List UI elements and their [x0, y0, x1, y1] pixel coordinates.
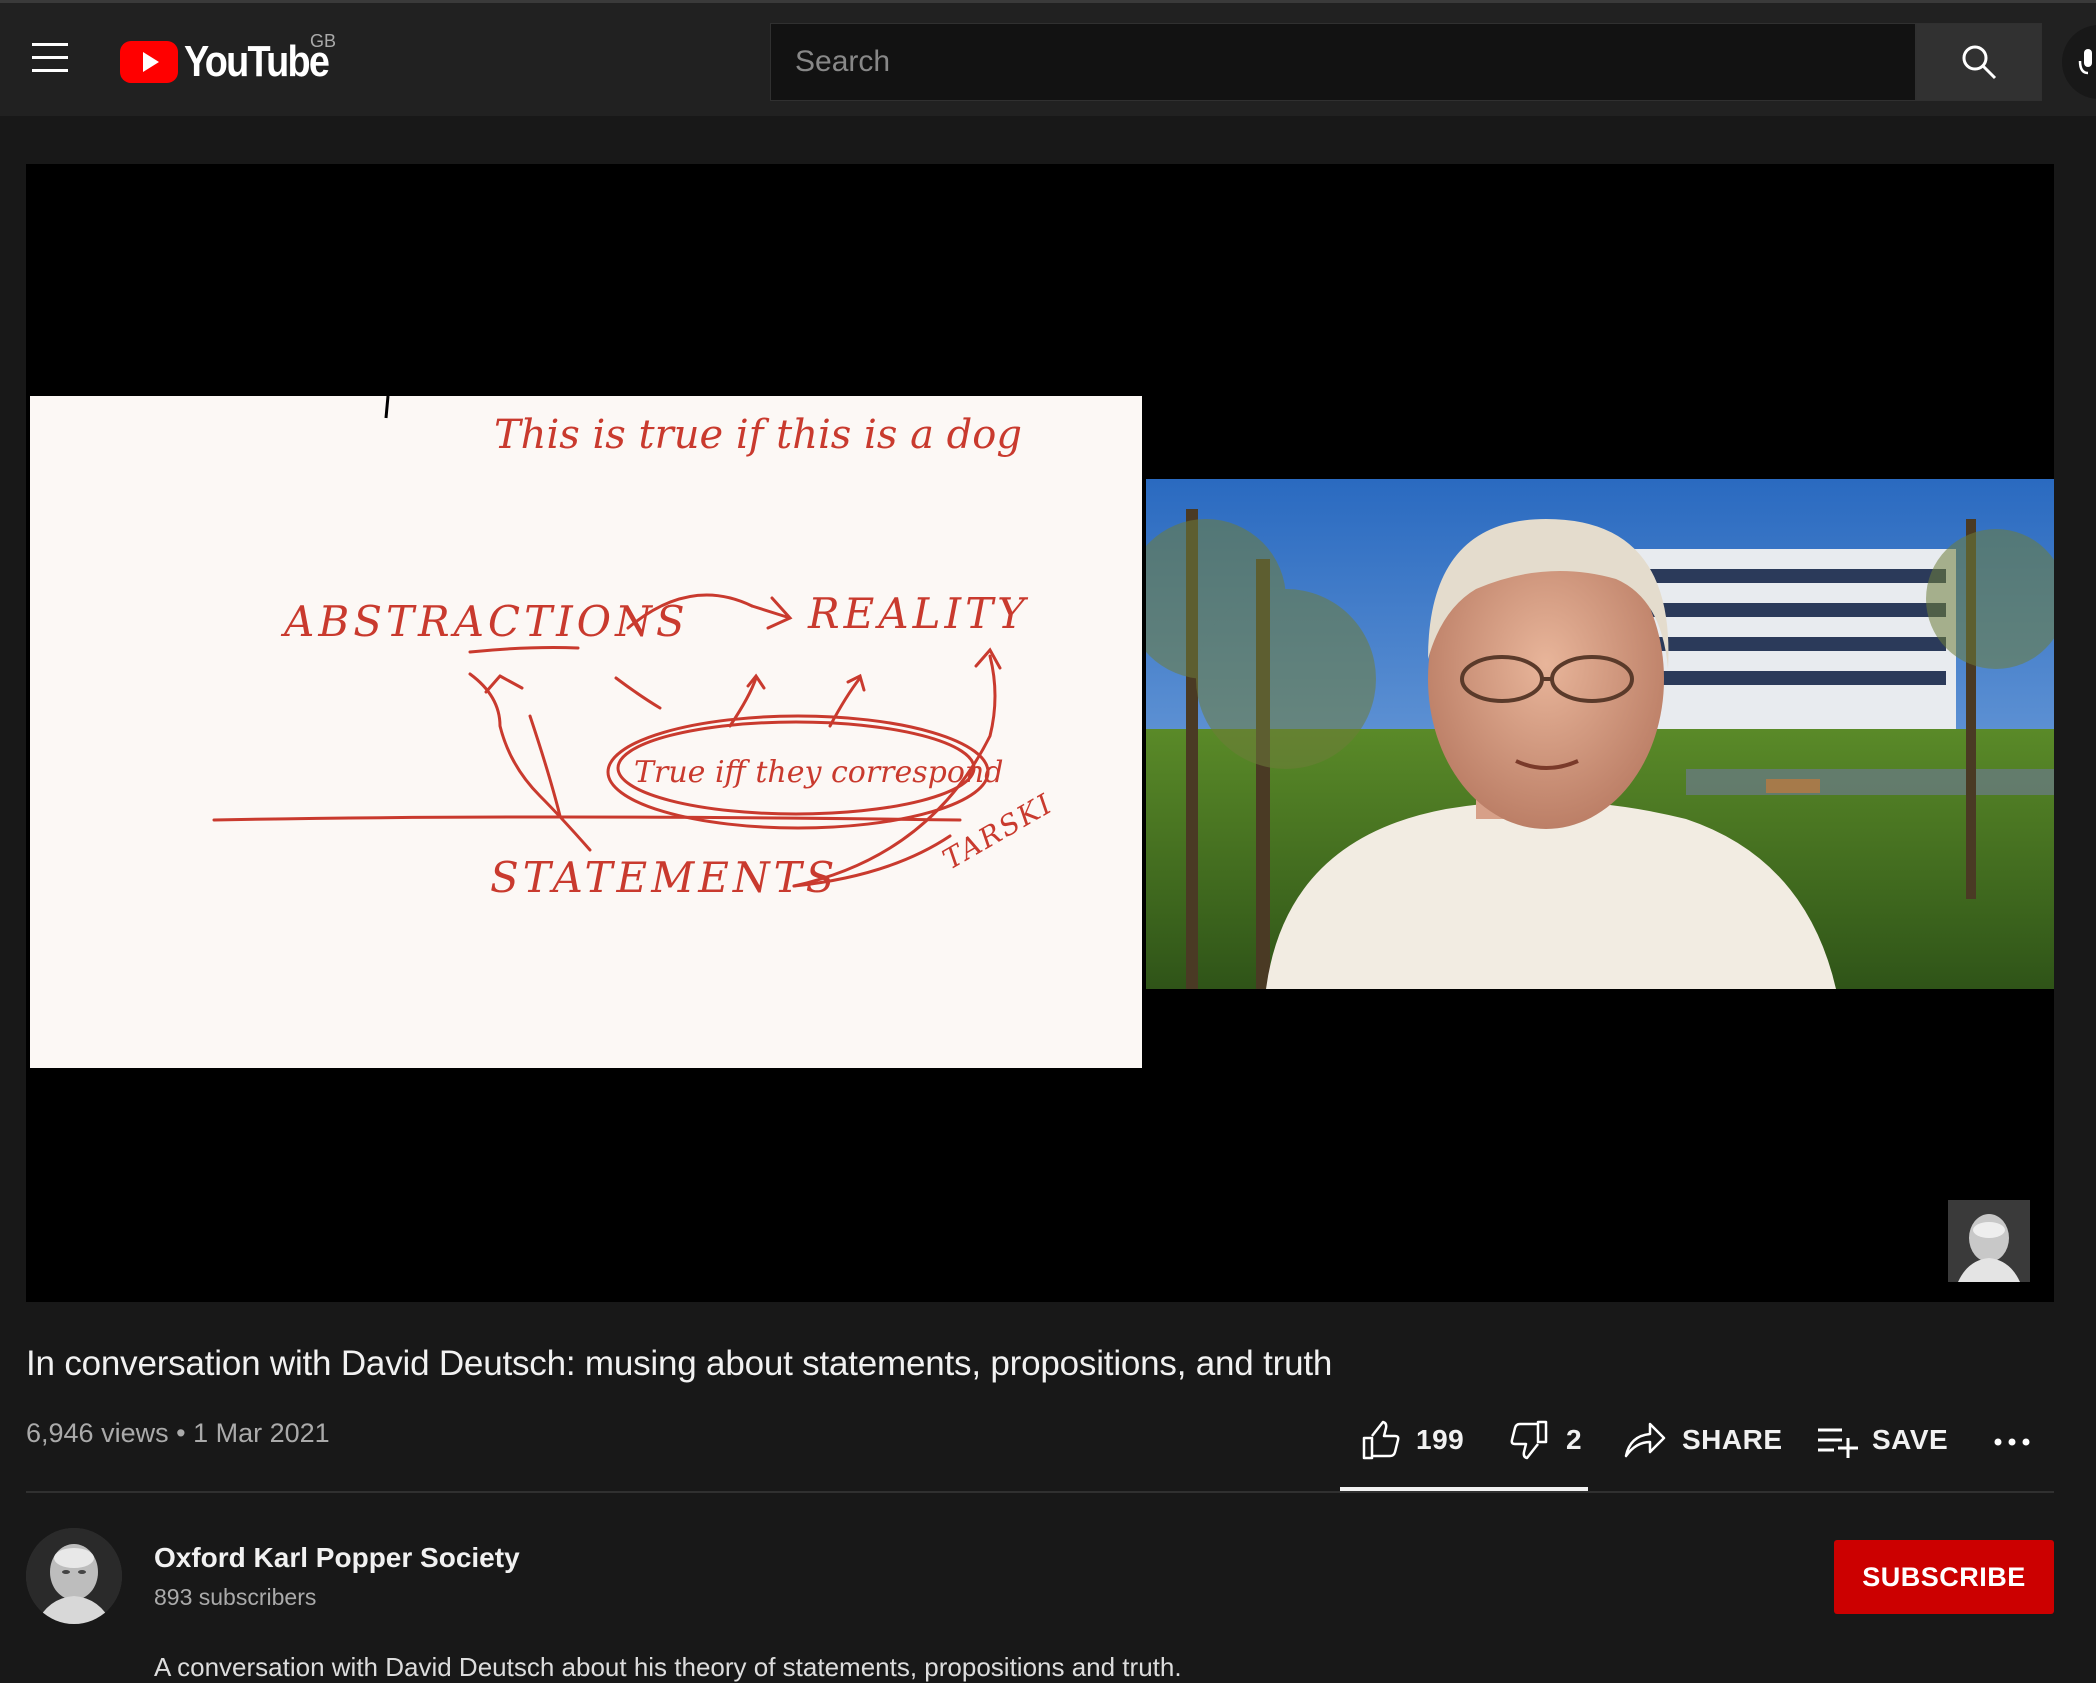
dislike-button[interactable]: 2	[1508, 1412, 1582, 1468]
upload-date: 1 Mar 2021	[193, 1418, 330, 1448]
country-code: GB	[310, 31, 337, 51]
like-count: 199	[1416, 1424, 1465, 1455]
thumbs-up-icon	[1362, 1420, 1400, 1460]
video-actions: 199 2 SHARE SAVE	[1340, 1412, 2040, 1468]
thumbs-down-icon	[1510, 1420, 1548, 1460]
share-icon	[1624, 1422, 1666, 1458]
view-count: 6,946 views	[26, 1418, 169, 1448]
subscriber-count: 893 subscribers	[154, 1584, 317, 1610]
channel-avatar[interactable]	[26, 1528, 122, 1624]
more-actions-button[interactable]	[1992, 1412, 2032, 1468]
whiteboard-oval-text: True iff they correspond	[634, 755, 1003, 790]
whiteboard-line1: This is true if this is a dog	[494, 412, 1022, 458]
search-icon	[1962, 45, 1997, 80]
whiteboard-reality: REALITY	[807, 589, 1029, 638]
video-title: In conversation with David Deutsch: musi…	[26, 1344, 1333, 1383]
menu-icon[interactable]	[24, 31, 76, 83]
meta-separator: •	[176, 1418, 186, 1448]
microphone-icon	[2078, 49, 2092, 75]
description-first-line: A conversation with David Deutsch about …	[154, 1652, 1182, 1682]
save-label: SAVE	[1872, 1424, 1949, 1455]
top-bar: YouTube GB	[0, 0, 2096, 116]
share-button[interactable]: SHARE	[1622, 1412, 1783, 1468]
speaker-camera-feed	[1146, 479, 2054, 989]
save-button[interactable]: SAVE	[1816, 1412, 1948, 1468]
youtube-play-icon	[120, 41, 178, 83]
section-divider	[26, 1491, 2054, 1493]
whiteboard-statements: STATEMENTS	[490, 853, 838, 902]
whiteboard-tarski: TARSKI	[937, 787, 1059, 876]
more-horizontal-icon	[1994, 1438, 2030, 1446]
logo-wordmark: YouTube	[184, 37, 330, 86]
search-box[interactable]	[770, 23, 1916, 101]
subscribe-button[interactable]: SUBSCRIBE	[1834, 1540, 2054, 1614]
channel-watermark[interactable]	[1948, 1200, 2030, 1282]
share-label: SHARE	[1682, 1424, 1783, 1455]
whiteboard-share: This is true if this is a dog ABSTRACTIO…	[30, 396, 1142, 1068]
dislike-count: 2	[1566, 1424, 1583, 1455]
voice-search-button[interactable]	[2062, 25, 2096, 99]
channel-name[interactable]: Oxford Karl Popper Society	[154, 1542, 520, 1574]
video-meta: 6,946 views • 1 Mar 2021	[26, 1418, 330, 1449]
whiteboard-abstractions: ABSTRACTIONS	[280, 597, 689, 646]
search-button[interactable]	[1916, 23, 2042, 101]
search-input[interactable]	[771, 24, 1915, 100]
like-button[interactable]: 199	[1358, 1412, 1464, 1468]
video-player[interactable]: This is true if this is a dog ABSTRACTIO…	[26, 164, 2054, 1302]
playlist-add-icon	[1818, 1428, 1858, 1458]
